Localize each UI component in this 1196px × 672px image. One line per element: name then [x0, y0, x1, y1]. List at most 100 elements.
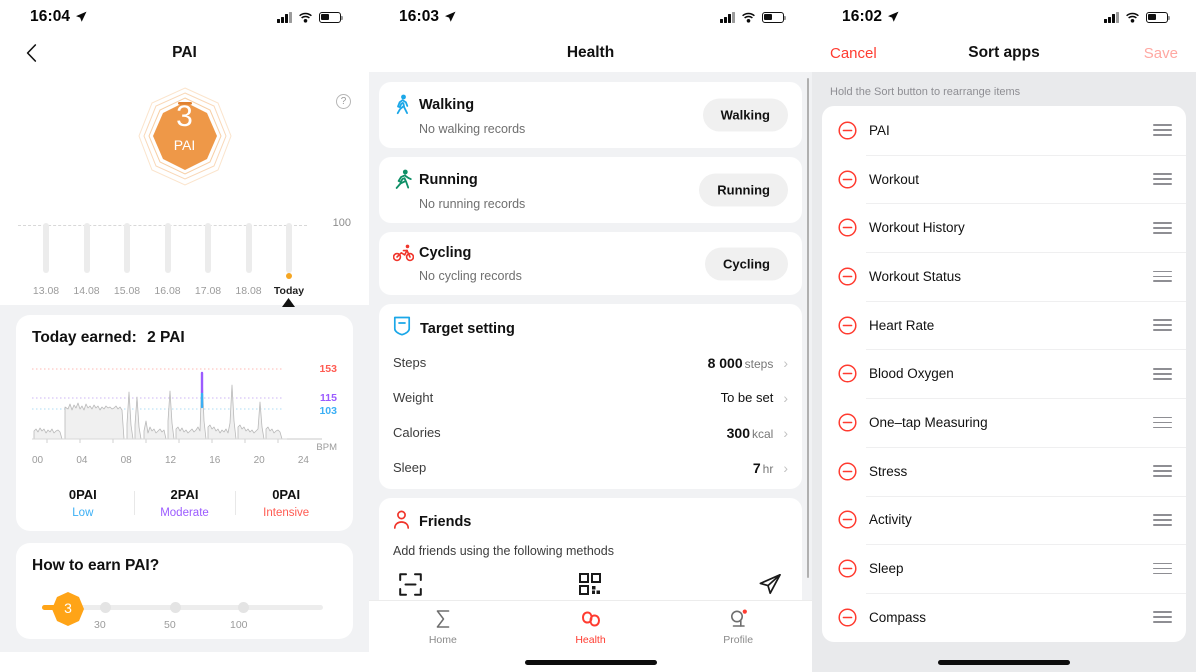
chevron-left-icon[interactable]	[18, 40, 44, 66]
drag-handle-icon[interactable]	[1153, 513, 1172, 526]
slider-handle-hexagon[interactable]: 3	[50, 591, 86, 627]
zone-moderate: 2PAI Moderate	[133, 487, 236, 519]
activity-title: Running	[419, 171, 478, 188]
slider-tick-knob-30[interactable]	[100, 602, 111, 613]
how-to-earn-title: How to earn PAI?	[32, 557, 160, 574]
tab-label: Home	[428, 634, 457, 646]
drag-handle-icon[interactable]	[1153, 416, 1172, 429]
sort-row-activity[interactable]: Activity	[822, 495, 1186, 545]
hr-x-label: 16	[209, 455, 221, 466]
friends-header: Friends	[393, 510, 788, 534]
remove-circle-icon[interactable]	[838, 608, 857, 627]
remove-circle-icon[interactable]	[838, 267, 857, 286]
sort-list-area: Hold the Sort button to rearrange items …	[812, 72, 1196, 672]
heart-rate-plot	[32, 368, 322, 443]
slider-tick-label: 30	[94, 619, 106, 631]
sort-row-pai[interactable]: PAI	[822, 106, 1186, 155]
tab-label: Profile	[723, 634, 754, 646]
vertical-scrollbar[interactable]	[806, 78, 809, 578]
chart-bar[interactable]	[150, 223, 186, 277]
today-earned-value: 2 PAI	[147, 329, 185, 346]
chart-bar[interactable]	[28, 223, 64, 277]
activity-card-walking[interactable]: Walking No walking records Walking	[379, 82, 802, 148]
sort-list: PAI Workout Workout History Workout Stat…	[822, 106, 1186, 642]
drag-handle-icon[interactable]	[1153, 124, 1172, 137]
slider-tick-label: 100	[230, 619, 248, 631]
target-row-sleep[interactable]: Sleep 7 hr ›	[393, 450, 788, 485]
profile-icon	[731, 609, 748, 627]
remove-circle-icon[interactable]	[838, 169, 857, 189]
sort-row-sleep[interactable]: Sleep	[822, 544, 1186, 593]
cancel-button[interactable]: Cancel	[830, 45, 877, 62]
remove-circle-icon[interactable]	[838, 218, 857, 237]
battery-icon	[319, 11, 344, 23]
chart-bar[interactable]	[190, 223, 226, 277]
status-bar-sort: 16:02	[812, 0, 1196, 34]
activity-card-running[interactable]: Running No running records Running	[379, 157, 802, 223]
send-invite-icon[interactable]	[758, 572, 782, 600]
chart-bar-today[interactable]	[271, 223, 307, 279]
sort-item-label: One–tap Measuring	[869, 414, 988, 430]
chart-bar[interactable]	[109, 223, 145, 277]
slider-tick-knob-100[interactable]	[238, 602, 249, 613]
chart-bar[interactable]	[69, 223, 105, 277]
sort-row-one-tap-measuring[interactable]: One–tap Measuring	[822, 398, 1186, 447]
sort-row-compass[interactable]: Compass	[822, 592, 1186, 642]
remove-circle-icon[interactable]	[838, 316, 857, 335]
target-row-weight[interactable]: Weight To be set ›	[393, 380, 788, 415]
chart-x-label: 16.08	[154, 285, 181, 297]
slider-tick-knob-50[interactable]	[170, 602, 181, 613]
page-title: PAI	[172, 44, 197, 61]
drag-handle-icon[interactable]	[1153, 221, 1172, 234]
target-value: 7 hr	[753, 460, 773, 476]
tab-home[interactable]: Home	[369, 609, 517, 646]
drag-handle-icon[interactable]	[1153, 465, 1172, 478]
drag-handle-icon[interactable]	[1153, 562, 1172, 575]
drag-handle-icon[interactable]	[1153, 270, 1172, 283]
scan-code-icon[interactable]	[399, 572, 422, 601]
sort-row-stress[interactable]: Stress	[822, 446, 1186, 496]
today-earned-label: Today earned:	[32, 329, 137, 346]
target-number: 300	[726, 424, 750, 441]
cycling-button[interactable]: Cycling	[705, 247, 788, 280]
hr-x-label: 20	[253, 455, 265, 466]
target-row-calories[interactable]: Calories 300 kcal ›	[393, 415, 788, 450]
running-button[interactable]: Running	[699, 173, 788, 207]
tab-health[interactable]: Health	[517, 609, 665, 646]
remove-circle-icon[interactable]	[838, 413, 857, 432]
remove-circle-icon[interactable]	[838, 121, 857, 140]
drag-handle-icon[interactable]	[1153, 367, 1172, 380]
sort-row-workout[interactable]: Workout	[822, 154, 1186, 204]
chevron-right-icon: ›	[783, 354, 788, 371]
chart-bar[interactable]	[231, 223, 267, 277]
wifi-icon	[1126, 12, 1139, 23]
threshold-label-intensive: 153	[319, 363, 337, 375]
pai-hexagon-gauge: 3 PAI	[130, 84, 240, 189]
save-button[interactable]: Save	[1144, 45, 1178, 62]
qr-code-icon[interactable]	[579, 573, 601, 600]
remove-circle-icon[interactable]	[838, 462, 857, 481]
page-title: Health	[566, 44, 615, 61]
target-number: To be set	[720, 390, 774, 405]
walking-button[interactable]: Walking	[702, 98, 788, 132]
health-scroll-area[interactable]: Walking No walking records Walking Runni…	[369, 72, 812, 600]
target-row-steps[interactable]: Steps 8 000 steps ›	[393, 345, 788, 380]
remove-circle-icon[interactable]	[838, 510, 857, 529]
wifi-icon	[742, 12, 755, 23]
pai-level-slider[interactable]: 3 30 50 100	[32, 591, 331, 631]
drag-handle-icon[interactable]	[1153, 319, 1172, 331]
selected-day-caret	[18, 298, 307, 307]
location-arrow-icon	[888, 11, 899, 22]
drag-handle-icon[interactable]	[1153, 611, 1172, 624]
sort-row-heart-rate[interactable]: Heart Rate	[822, 300, 1186, 350]
wifi-icon	[299, 12, 312, 23]
sort-row-blood-oxygen[interactable]: Blood Oxygen	[822, 349, 1186, 398]
activity-card-cycling[interactable]: Cycling No cycling records Cycling	[379, 232, 802, 295]
tab-profile[interactable]: Profile	[664, 609, 812, 646]
sort-row-workout-status[interactable]: Workout Status	[822, 252, 1186, 301]
help-circle-icon[interactable]: ?	[336, 94, 351, 109]
remove-circle-icon[interactable]	[838, 559, 857, 578]
sort-row-workout-history[interactable]: Workout History	[822, 203, 1186, 252]
drag-handle-icon[interactable]	[1153, 173, 1172, 185]
remove-circle-icon[interactable]	[838, 364, 857, 383]
